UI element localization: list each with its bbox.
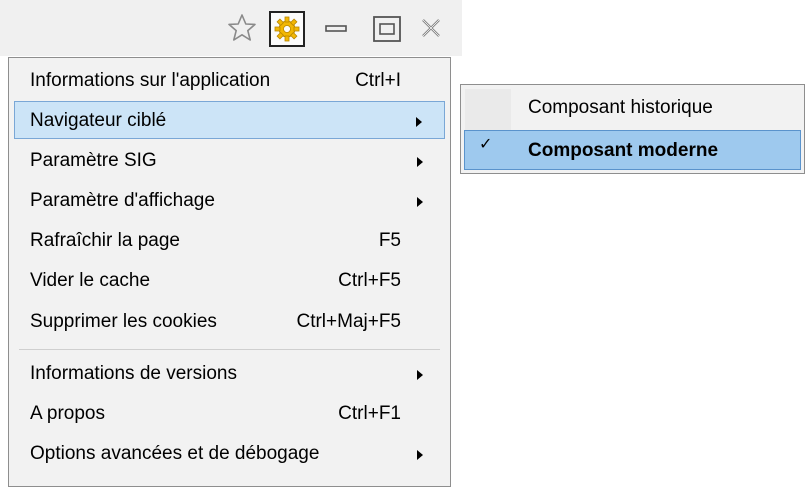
menu-item-shortcut: F5 — [378, 230, 401, 251]
settings-menu: Informations sur l'application Ctrl+I Na… — [8, 57, 451, 487]
submenu-arrow-icon — [417, 157, 423, 167]
check-icon: ✓ — [479, 136, 493, 153]
menu-item-label: Informations de versions — [30, 363, 237, 384]
maximize-icon — [373, 16, 401, 42]
menu-item-label: Options avancées et de débogage — [30, 443, 320, 464]
menu-item-display-settings[interactable]: Paramètre d'affichage — [14, 182, 445, 220]
menu-item-shortcut: Ctrl+I — [355, 70, 401, 91]
minimize-icon — [325, 25, 347, 32]
menu-item-gis-settings[interactable]: Paramètre SIG — [14, 142, 445, 180]
menu-item-delete-cookies[interactable]: Supprimer les cookies Ctrl+Maj+F5 — [14, 303, 445, 341]
menu-item-refresh-page[interactable]: Rafraîchir la page F5 — [14, 222, 445, 260]
menu-item-label: Paramètre SIG — [30, 150, 157, 171]
menu-item-shortcut: Ctrl+Maj+F5 — [296, 311, 401, 332]
menu-item-label: A propos — [30, 403, 105, 424]
close-button[interactable] — [417, 14, 445, 42]
menu-item-label: Rafraîchir la page — [30, 230, 180, 251]
submenu-item-label: Composant historique — [528, 97, 713, 118]
submenu-item-modern-component[interactable]: ✓ Composant moderne — [464, 130, 801, 170]
menu-item-version-info[interactable]: Informations de versions — [14, 355, 445, 393]
window-titlebar — [0, 0, 462, 56]
submenu-arrow-icon — [417, 370, 423, 380]
menu-separator — [19, 349, 440, 350]
menu-item-advanced-options[interactable]: Options avancées et de débogage — [14, 435, 445, 473]
menu-item-app-info[interactable]: Informations sur l'application Ctrl+I — [14, 62, 445, 100]
star-icon — [228, 14, 256, 41]
favorites-button[interactable] — [226, 12, 258, 44]
menu-item-target-browser[interactable]: Navigateur ciblé — [14, 101, 445, 139]
menu-item-label: Vider le cache — [30, 270, 151, 291]
close-icon — [422, 19, 440, 37]
menu-item-label: Informations sur l'application — [30, 70, 271, 91]
menu-item-shortcut: Ctrl+F1 — [338, 403, 401, 424]
menu-item-label: Navigateur ciblé — [30, 110, 167, 131]
maximize-button[interactable] — [370, 14, 404, 44]
submenu-arrow-icon — [417, 197, 423, 207]
submenu-item-legacy-component[interactable]: Composant historique — [464, 88, 801, 128]
minimize-button[interactable] — [322, 14, 350, 42]
submenu-arrow-icon — [416, 117, 422, 127]
submenu-arrow-icon — [417, 450, 423, 460]
target-browser-submenu: Composant historique ✓ Composant moderne — [460, 84, 805, 174]
menu-item-shortcut: Ctrl+F5 — [338, 270, 401, 291]
menu-item-clear-cache[interactable]: Vider le cache Ctrl+F5 — [14, 262, 445, 300]
gear-icon — [274, 16, 300, 42]
menu-item-label: Paramètre d'affichage — [30, 190, 215, 211]
settings-button[interactable] — [269, 11, 305, 47]
submenu-item-label: Composant moderne — [528, 140, 719, 161]
menu-item-label: Supprimer les cookies — [30, 311, 217, 332]
menu-item-about[interactable]: A propos Ctrl+F1 — [14, 395, 445, 433]
